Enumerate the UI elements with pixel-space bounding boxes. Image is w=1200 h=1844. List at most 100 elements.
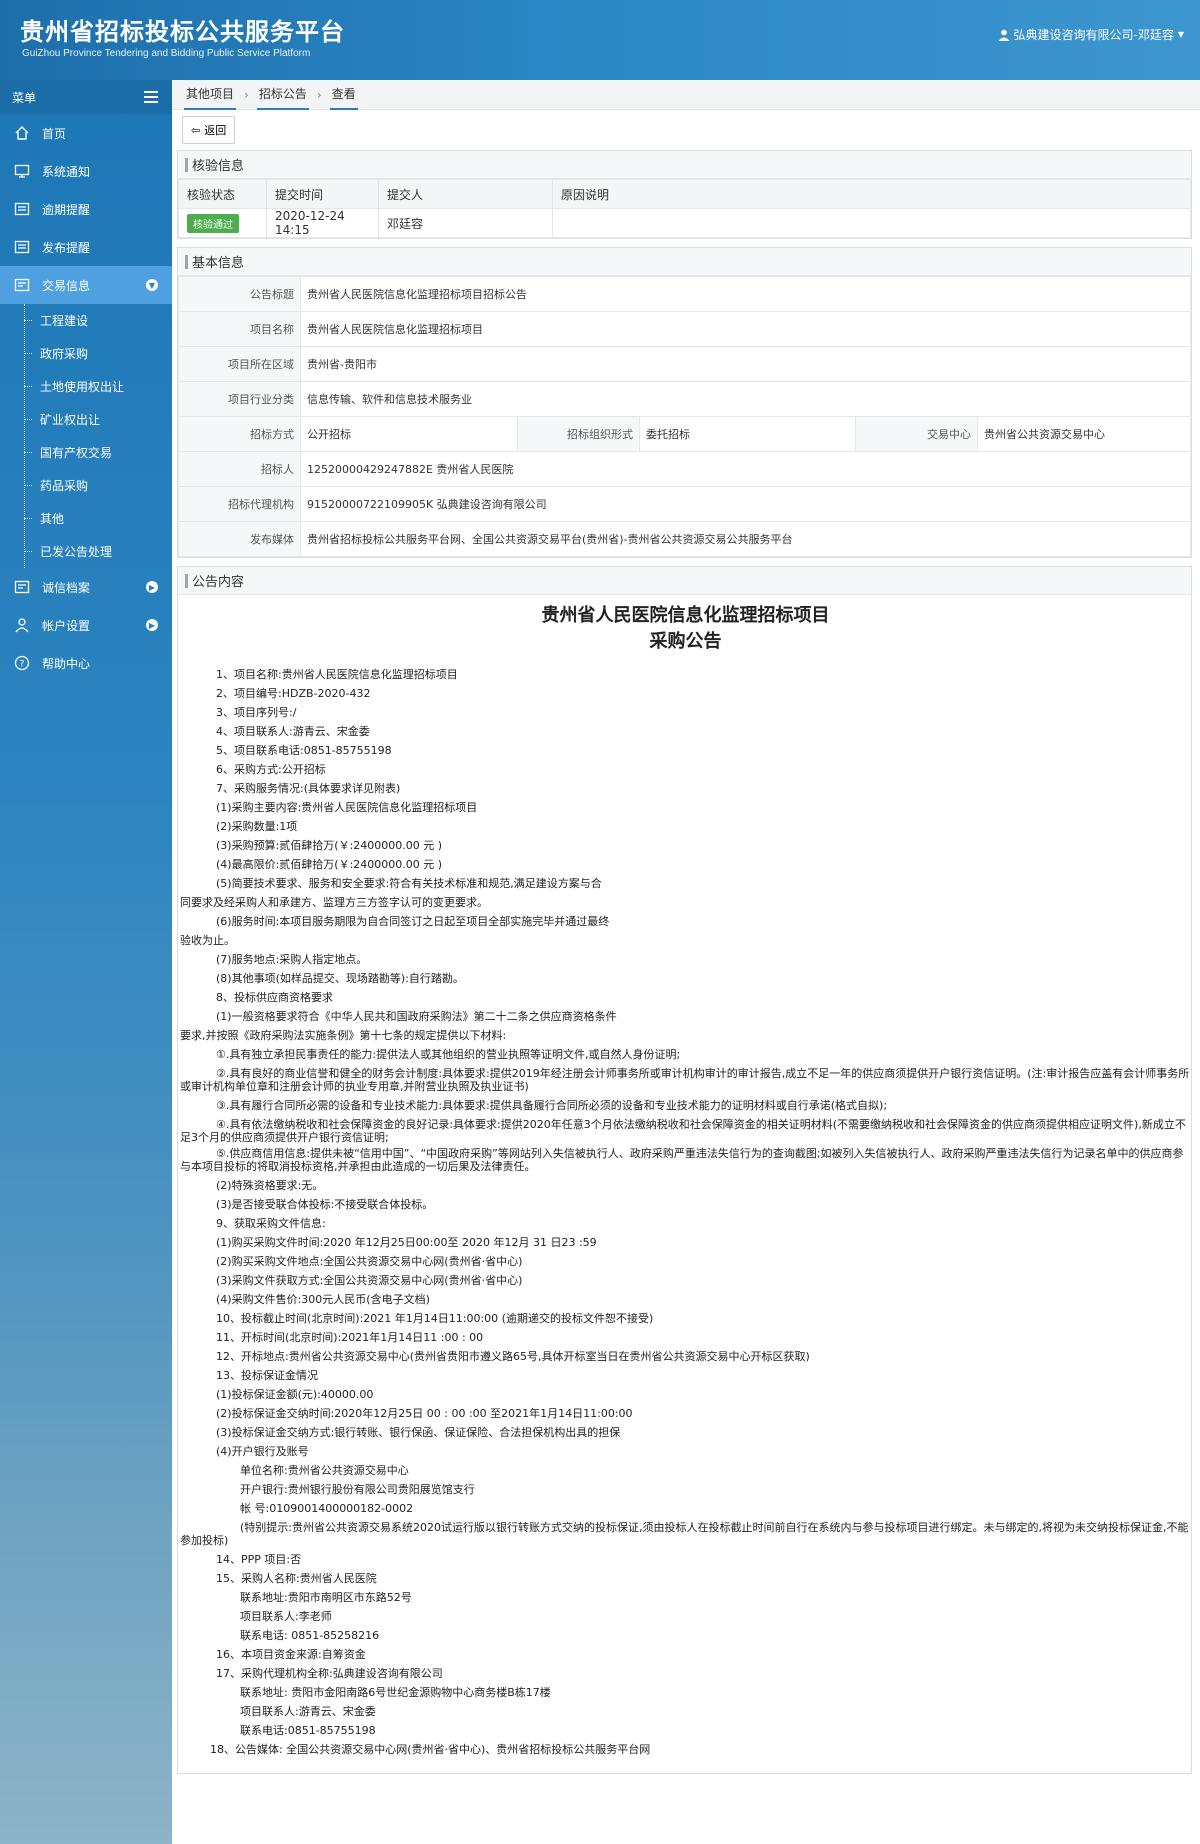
basic-info-table: 公告标题 贵州省人民医院信息化监理招标项目招标公告 项目名称 贵州省人民医院信息… [178, 276, 1191, 557]
back-icon: ⇦ [191, 124, 201, 137]
basic-info-panel-title: 基本信息 [178, 248, 1191, 276]
verify-panel: 核验信息 核验状态 提交时间 提交人 原因说明 核验通过 2020-12-24 … [177, 150, 1192, 239]
sidebar-item-label: 交易信息 [42, 278, 91, 293]
list-icon [14, 580, 30, 594]
sidebar-item-help[interactable]: ? 帮助中心 [0, 644, 172, 682]
sidebar-item-home[interactable]: 首页 [0, 114, 172, 152]
sidebar-subitem-construction[interactable]: 工程建设 [0, 304, 172, 337]
top-header: 贵州省招标投标公共服务平台 GuiZhou Province Tendering… [0, 0, 1200, 80]
notice-line: (2)特殊资格要求:无。 [216, 1179, 324, 1192]
sidebar-item-trade-info[interactable]: 交易信息 ▼ [0, 266, 172, 304]
notice-heading: 贵州省人民医院信息化监理招标项目 采购公告 [180, 603, 1191, 655]
agency-value: 91520000722109905K 弘典建设咨询有限公司 [300, 486, 1191, 522]
user-icon [998, 29, 1009, 41]
menu-header: 菜单 [0, 80, 172, 114]
notice-line: 16、本项目资金来源:自筹资金 [216, 1648, 366, 1661]
sidebar-subitem-drugs[interactable]: 药品采购 [0, 469, 172, 502]
sidebar-subitem-mining[interactable]: 矿业权出让 [0, 403, 172, 436]
notice-line: 17、采购代理机构全称:弘典建设咨询有限公司 [216, 1667, 443, 1680]
notice-lines: 1、项目名称:贵州省人民医院信息化监理招标项目 2、项目编号:HDZB-2020-… [180, 665, 1191, 1759]
breadcrumb-tender-notice[interactable]: 招标公告 [256, 79, 309, 110]
toolbar: ⇦ 返回 [172, 110, 1200, 150]
notice-line: (1)一般资格要求符合《中华人民共和国政府采购法》第二十二条之供应商资格条件 [216, 1010, 617, 1023]
notice-line: 验收为止。 [180, 934, 235, 947]
breadcrumb: 其他项目 › 招标公告 › 查看 [172, 80, 1200, 110]
notice-line: 同要求及经采购人和承建方、监理方三方签字认可的变更要求。 [180, 896, 488, 909]
notice-line: 7、采购服务情况:(具体要求详见附表) [216, 782, 401, 795]
verify-header-status: 核验状态 [178, 179, 267, 209]
notice-line: (2)采购数量:1项 [216, 820, 298, 833]
notice-line: (4)开户银行及账号 [216, 1445, 309, 1458]
sidebar-item-account[interactable]: 帐户设置 ▶ [0, 606, 172, 644]
sidebar-item-notice[interactable]: 系统通知 [0, 152, 172, 190]
sidebar-submenu: 工程建设 政府采购 土地使用权出让 矿业权出让 国有产权交易 药品采购 其他 已… [0, 304, 172, 568]
breadcrumb-other-projects[interactable]: 其他项目 [184, 79, 237, 110]
sidebar-item-label: 帮助中心 [42, 656, 91, 671]
sidebar-item-credit[interactable]: 诚信档案 ▶ [0, 568, 172, 606]
chevron-down-icon: ▼ [146, 279, 158, 291]
notice-line: 12、开标地点:贵州省公共资源交易中心(贵州省贵阳市遵义路65号,具体开标室当日… [216, 1350, 810, 1363]
notice-line: 15、采购人名称:贵州省人民医院 [216, 1572, 377, 1585]
region-label: 项目所在区域 [178, 346, 301, 382]
inbox-icon [14, 240, 30, 254]
notice-line: (2)投标保证金交纳时间:2020年12月25日 00 : 00 :00 至20… [216, 1407, 633, 1420]
hamburger-icon[interactable] [144, 91, 158, 103]
notice-line: 13、投标保证金情况 [216, 1369, 318, 1382]
notice-heading-line2: 采购公告 [649, 631, 722, 652]
notice-line: 联系电话:0851-85755198 [240, 1724, 376, 1737]
sidebar-subitem-state-assets[interactable]: 国有产权交易 [0, 436, 172, 469]
notice-line: 要求,并按照《政府采购法实施条例》第十七条的规定提供以下材料: [180, 1029, 507, 1042]
help-icon: ? [14, 655, 30, 671]
notice-panel-title: 公告内容 [178, 567, 1191, 595]
site-title: 贵州省招标投标公共服务平台 [20, 18, 345, 46]
notice-line: 8、投标供应商资格要求 [216, 991, 333, 1004]
notice-line: 9、获取采购文件信息: [216, 1217, 326, 1230]
notice-line: 联系地址:贵阳市南明区市东路52号 [240, 1591, 412, 1604]
sidebar-subitem-published[interactable]: 已发公告处理 [0, 535, 172, 568]
notice-line: (3)采购文件获取方式:全国公共资源交易中心网(贵州省·省中心) [216, 1274, 523, 1287]
menu-label: 菜单 [12, 90, 37, 105]
notice-line: (3)投标保证金交纳方式:银行转账、银行保函、保证保险、合法担保机构出具的担保 [216, 1426, 621, 1439]
sidebar-item-label: 发布提醒 [42, 240, 91, 255]
main-content: 其他项目 › 招标公告 › 查看 ⇦ 返回 核验信息 核验状态 提交时间 提交人… [172, 80, 1200, 1844]
notice-line: (4)采购文件售价:300元人民币(含电子文档) [216, 1293, 430, 1306]
region-value: 贵州省-贵阳市 [300, 346, 1191, 382]
notice-heading-line1: 贵州省人民医院信息化监理招标项目 [541, 605, 830, 626]
verify-header-reason: 原因说明 [552, 179, 1191, 209]
user-icon [15, 618, 29, 633]
notice-line: (5)简要技术要求、服务和安全要求:符合有关技术标准和规范,满足建设方案与合 [216, 877, 602, 890]
site-subtitle: GuiZhou Province Tendering and Bidding P… [22, 48, 311, 59]
tenderer-label: 招标人 [178, 451, 301, 487]
notice-line: 4、项目联系人:游青云、宋金委 [216, 725, 370, 738]
notice-line: 帐 号:0109001400000182-0002 [240, 1502, 414, 1515]
notice-line: (4)最高限价:贰佰肆拾万(￥:2400000.00 元 ) [216, 858, 443, 871]
notice-line: (1)投标保证金额(元):40000.00 [216, 1388, 374, 1401]
notice-line: 1、项目名称:贵州省人民医院信息化监理招标项目 [216, 668, 458, 681]
notice-line: 18、公告媒体: 全国公共资源交易中心网(贵州省·省中心)、贵州省招标投标公共服… [210, 1743, 651, 1756]
notice-line: (6)服务时间:本项目服务期限为自合同签订之日起至项目全部实施完毕并通过最终 [216, 915, 610, 928]
notice-line: 11、开标时间(北京时间):2021年1月14日11 :00 : 00 [216, 1331, 484, 1344]
user-menu[interactable]: 弘典建设咨询有限公司-邓廷容 ▼ [998, 26, 1184, 43]
list-icon [14, 278, 30, 292]
sidebar-subitem-gov-procurement[interactable]: 政府采购 [0, 337, 172, 370]
notice-line: (3)是否接受联合体投标:不接受联合体投标。 [216, 1198, 434, 1211]
notice-line: 项目联系人:游青云、宋金委 [240, 1705, 376, 1718]
home-icon [15, 126, 29, 140]
sidebar-item-publish[interactable]: 发布提醒 [0, 228, 172, 266]
verify-header-submitter: 提交人 [378, 179, 553, 209]
breadcrumb-view: 查看 [329, 79, 358, 110]
project-name-label: 项目名称 [178, 311, 301, 347]
verify-panel-title: 核验信息 [178, 151, 1191, 179]
back-button[interactable]: ⇦ 返回 [182, 116, 236, 144]
sidebar-item-label: 系统通知 [42, 164, 91, 179]
chevron-right-icon: › [244, 87, 249, 102]
sidebar-subitem-land-use[interactable]: 土地使用权出让 [0, 370, 172, 403]
sidebar-subitem-other[interactable]: 其他 [0, 502, 172, 535]
notice-body: 贵州省人民医院信息化监理招标项目 采购公告 1、项目名称:贵州省人民医院信息化监… [178, 595, 1191, 1773]
media-value: 贵州省招标投标公共服务平台网、全国公共资源交易平台(贵州省)-贵州省公共资源交易… [300, 521, 1191, 557]
sidebar-item-overdue[interactable]: 逾期提醒 [0, 190, 172, 228]
method-label: 招标方式 [178, 416, 301, 452]
notice-line: (特别提示:贵州省公共资源交易系统2020试运行版以银行转账方式交纳的投标保证,… [180, 1521, 1189, 1547]
sidebar-item-label: 首页 [42, 126, 67, 141]
notice-line: 单位名称:贵州省公共资源交易中心 [240, 1464, 409, 1477]
